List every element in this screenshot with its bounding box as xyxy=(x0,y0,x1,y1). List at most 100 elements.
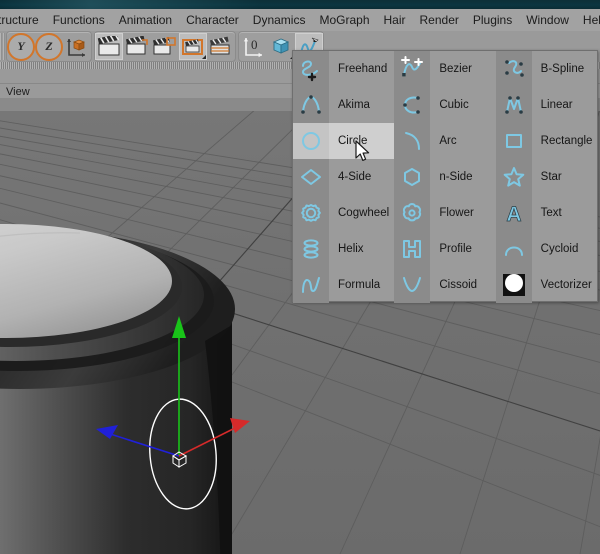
menu-animation[interactable]: Animation xyxy=(112,9,179,31)
object-axis-button[interactable] xyxy=(63,33,91,60)
menu-item-label: Arc xyxy=(439,135,457,147)
keyframe-selection-button[interactable] xyxy=(151,33,179,60)
akima-icon xyxy=(293,87,329,123)
spline-primitives-popup-menu[interactable]: Freehand Akima Circle 4-Side Cogwheel Helix Fo… xyxy=(292,50,598,303)
menu-functions[interactable]: Functions xyxy=(46,9,112,31)
coordinate-zero-icon: 0 xyxy=(241,35,265,59)
cissoid-icon xyxy=(394,267,431,303)
clapper-select-icon xyxy=(153,36,177,58)
menu-item-text[interactable]: A Text xyxy=(495,195,597,231)
menu-mograph[interactable]: MoGraph xyxy=(312,9,376,31)
menu-item-label: Star xyxy=(540,171,562,183)
primitive-cube-button[interactable] xyxy=(267,33,295,60)
menu-dynamics[interactable]: Dynamics xyxy=(246,9,313,31)
rectangle-icon xyxy=(495,123,532,159)
scale-key-button[interactable] xyxy=(207,33,235,60)
menu-character[interactable]: Character xyxy=(179,9,246,31)
menu-help[interactable]: Help xyxy=(576,9,600,31)
menu-item-label: Text xyxy=(540,207,562,219)
menu-item-label: Freehand xyxy=(338,63,388,75)
menu-window[interactable]: Window xyxy=(519,9,576,31)
menu-item-label: Cissoid xyxy=(439,279,478,291)
menu-plugins[interactable]: Plugins xyxy=(466,9,519,31)
clapper-scale-icon xyxy=(209,36,233,58)
dropdown-corner-icon xyxy=(202,55,206,59)
axis-z-button[interactable]: Z xyxy=(35,32,63,61)
record-active-objects-button[interactable] xyxy=(95,33,123,60)
menu-item-label: Formula xyxy=(338,279,381,291)
menu-item-label: Circle xyxy=(338,135,368,147)
cycloid-icon xyxy=(495,231,532,267)
position-key-button[interactable] xyxy=(179,33,207,60)
menu-item-label: Vectorizer xyxy=(540,279,592,291)
clapper-auto-icon xyxy=(125,35,149,58)
vectorizer-icon xyxy=(495,267,532,303)
application-window: tructure Functions Animation Character Dynam… xyxy=(0,0,600,554)
menu-item-n-side[interactable]: n-Side xyxy=(394,159,495,195)
linear-icon xyxy=(495,87,532,123)
svg-text:0: 0 xyxy=(251,37,258,52)
menu-item-label: Bezier xyxy=(439,63,472,75)
b-spline-icon xyxy=(495,51,532,87)
menu-item-cubic[interactable]: Cubic xyxy=(394,87,495,123)
menu-item-4-side[interactable]: 4-Side xyxy=(293,159,394,195)
axis-y-icon: Y xyxy=(7,32,35,61)
menu-item-bezier[interactable]: Bezier xyxy=(394,51,495,87)
menu-item-cogwheel[interactable]: Cogwheel xyxy=(293,195,394,231)
cogwheel-icon xyxy=(293,195,329,231)
menu-item-rectangle[interactable]: Rectangle xyxy=(495,123,597,159)
menu-item-cissoid[interactable]: Cissoid xyxy=(394,267,495,303)
menu-item-label: Cycloid xyxy=(540,243,579,255)
freehand-icon xyxy=(293,51,329,87)
menu-item-freehand[interactable]: Freehand xyxy=(293,51,394,87)
title-bar xyxy=(0,0,600,9)
four-side-icon xyxy=(293,159,329,195)
menu-item-vectorizer[interactable]: Vectorizer xyxy=(495,267,597,303)
menu-item-label: B-Spline xyxy=(540,63,585,75)
menu-item-flower[interactable]: Flower xyxy=(394,195,495,231)
menu-item-star[interactable]: Star xyxy=(495,159,597,195)
menu-render[interactable]: Render xyxy=(413,9,466,31)
menu-hair[interactable]: Hair xyxy=(377,9,413,31)
menu-bar: tructure Functions Animation Character Dynam… xyxy=(0,9,600,32)
menu-item-akima[interactable]: Akima xyxy=(293,87,394,123)
menu-item-label: Cubic xyxy=(439,99,469,111)
bezier-icon xyxy=(394,51,431,87)
popup-column-1: Freehand Akima Circle 4-Side Cogwheel Helix Fo… xyxy=(293,51,395,303)
menu-item-label: 4-Side xyxy=(338,171,372,183)
menu-item-formula[interactable]: Formula xyxy=(293,267,394,303)
coordinate-zero-button[interactable]: 0 xyxy=(239,33,267,60)
view-menu-label[interactable]: View xyxy=(6,86,30,98)
menu-item-b-spline[interactable]: B-Spline xyxy=(495,51,597,87)
menu-item-helix[interactable]: Helix xyxy=(293,231,394,267)
axis-y-button[interactable]: Y xyxy=(7,32,35,61)
menu-item-label: n-Side xyxy=(439,171,473,183)
menu-item-profile[interactable]: Profile xyxy=(394,231,495,267)
menu-item-linear[interactable]: Linear xyxy=(495,87,597,123)
n-side-icon xyxy=(394,159,431,195)
menu-structure[interactable]: tructure xyxy=(0,9,46,31)
toolbar-grip[interactable] xyxy=(0,33,5,60)
object-axis-icon xyxy=(65,35,89,59)
toolbar-group-axis: Y Z xyxy=(6,31,92,62)
menu-item-arc[interactable]: Arc xyxy=(394,123,495,159)
menu-item-cycloid[interactable]: Cycloid xyxy=(495,231,597,267)
title-bar-highlight xyxy=(0,0,260,9)
popup-column-3: B-Spline Linear Rectangle Star A Text Cycloid V… xyxy=(495,51,597,303)
toolbar-group-animation xyxy=(94,31,236,62)
popup-column-2: Bezier Cubic Arc n-Side Flower Profile Cissoid xyxy=(394,51,495,303)
text-icon: A xyxy=(495,195,532,231)
menu-item-label: Helix xyxy=(338,243,364,255)
star-icon xyxy=(495,159,532,195)
autokeying-button[interactable] xyxy=(123,33,151,60)
menu-item-label: Cogwheel xyxy=(338,207,390,219)
helix-icon xyxy=(293,231,329,267)
menu-item-label: Flower xyxy=(439,207,474,219)
flower-icon xyxy=(394,195,431,231)
arc-icon xyxy=(394,123,431,159)
profile-icon xyxy=(394,231,431,267)
menu-item-circle[interactable]: Circle xyxy=(293,123,395,159)
svg-text:A: A xyxy=(506,203,521,226)
menu-item-label: Linear xyxy=(540,99,573,111)
circle-icon xyxy=(293,123,329,159)
